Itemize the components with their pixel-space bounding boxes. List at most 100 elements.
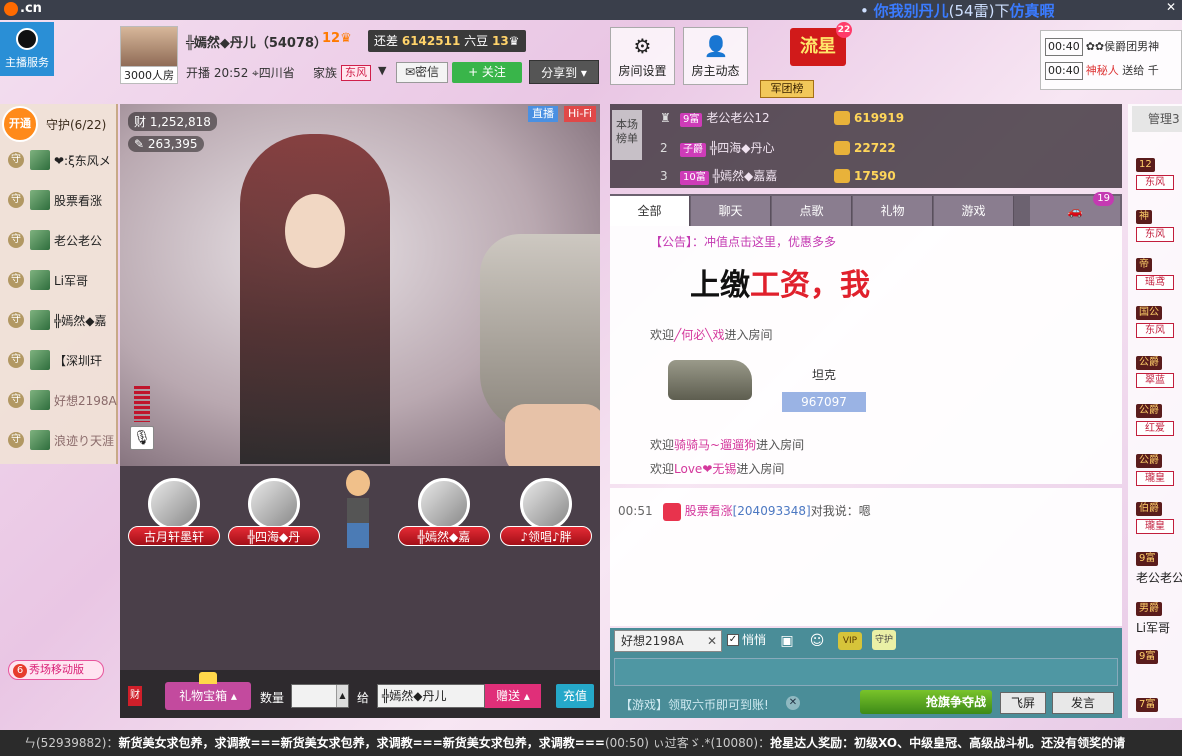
admin-item[interactable]: 公爵 瓏皇 xyxy=(1136,452,1182,498)
game-notice[interactable]: 【游戏】领取六币即可到账! xyxy=(620,696,769,713)
admin-title[interactable]: 管理3 xyxy=(1132,106,1182,132)
whisper-checkbox[interactable]: ✓ xyxy=(727,634,739,646)
user-icon: 👤 xyxy=(703,34,729,58)
private-message-button[interactable]: ✉密信 xyxy=(396,62,448,83)
avatar-figure[interactable] xyxy=(342,470,374,554)
mic-seat[interactable]: ♪领唱♪胖 xyxy=(500,478,592,556)
rank-row[interactable]: 2 子爵 ╬四海◆丹心 22722 xyxy=(660,136,950,160)
meteor-badge[interactable]: 流星 22 xyxy=(790,22,852,66)
vip-icon[interactable]: VIP xyxy=(838,632,862,650)
chevron-down-icon[interactable]: ▼ xyxy=(378,64,386,77)
guard-avatar xyxy=(30,190,50,210)
gift-box-button[interactable]: 礼物宝箱 ▴ xyxy=(165,672,251,710)
mic-seat[interactable]: ╬嫣然◆嘉 xyxy=(398,478,490,556)
tab-game[interactable]: 游戏 xyxy=(934,196,1014,226)
rank-star-icon xyxy=(662,502,681,521)
guard-item[interactable]: 守【深圳玕 xyxy=(8,340,118,380)
guard-title: 守护(6/22) xyxy=(46,118,107,132)
recharge-button[interactable]: 充值 xyxy=(556,684,594,708)
guard-shield-icon: 守 xyxy=(8,232,24,248)
whisper-label: 悄悄 xyxy=(742,633,767,647)
coin-icon xyxy=(834,111,850,125)
family-label: 家族 xyxy=(313,66,338,80)
tab-car[interactable]: 🚗 19 xyxy=(1030,192,1120,226)
admin-item[interactable]: 伯爵 瓏皇 xyxy=(1136,500,1182,546)
admin-item[interactable]: 12 东风 xyxy=(1136,156,1182,202)
gift-stat-icon: ✎ xyxy=(134,137,148,151)
mobile-version-link[interactable]: 6 秀场移动版 xyxy=(8,660,104,680)
admin-item[interactable]: 神东风 xyxy=(1136,208,1182,254)
army-rank-button[interactable]: 军团榜 xyxy=(760,80,814,98)
emoji-icon[interactable]: ☺ xyxy=(806,630,828,652)
rank-row[interactable]: 3 10富 ╬嫣然◆嘉嘉 17590 xyxy=(660,164,950,188)
flag-event-banner[interactable]: 抢旗争夺战 xyxy=(860,690,992,714)
anchor-service-button[interactable]: 主播服务 xyxy=(0,22,54,76)
chevron-up-icon[interactable]: ▲ xyxy=(336,685,348,707)
admin-item[interactable]: 9富 老公老公 xyxy=(1136,550,1182,596)
room-settings-button[interactable]: ⚙ 房间设置 xyxy=(610,27,675,85)
send-message-button[interactable]: 发言 xyxy=(1052,692,1114,714)
admin-item[interactable]: 公爵 翠蓝 xyxy=(1136,354,1182,400)
live-badge: 直播 xyxy=(528,106,558,122)
car-icon: 🚗 xyxy=(1067,204,1083,218)
volume-level-bar[interactable] xyxy=(134,386,150,422)
open-guard-button[interactable]: 开通 xyxy=(2,106,38,142)
close-icon[interactable]: ✕ xyxy=(786,696,800,710)
guard-shield-icon: 守 xyxy=(8,192,24,208)
hifi-badge[interactable]: Hi-Fi xyxy=(564,106,596,122)
guard-item[interactable]: 守好想2198A xyxy=(8,380,118,420)
recipient-select[interactable]: ╬嫣然◆丹儿 xyxy=(377,684,485,708)
gift-notice-row: 00:40 ✿✿侯爵团男神 xyxy=(1045,35,1177,59)
admin-item[interactable]: 9富 xyxy=(1136,648,1182,694)
follow-button[interactable]: + 关注 xyxy=(452,62,522,83)
mic-seat[interactable]: 古月轩墨轩 xyxy=(128,478,220,556)
guard-item[interactable]: 守老公老公 xyxy=(8,220,118,260)
guard-item[interactable]: 守股票看涨 xyxy=(8,180,118,220)
tab-chat[interactable]: 聊天 xyxy=(691,196,771,226)
anchor-name[interactable]: ╬嫣然◆丹儿（54078） xyxy=(186,32,327,51)
hand-effect xyxy=(505,404,600,466)
close-icon[interactable]: ✕ xyxy=(707,631,717,651)
guard-item[interactable]: 守 ❤:ξ东风メ xyxy=(8,140,118,180)
microphone-icon[interactable]: 🎙 xyxy=(130,426,154,450)
tab-song[interactable]: 点歌 xyxy=(772,196,852,226)
admin-item[interactable]: 国公 东风 xyxy=(1136,304,1182,350)
send-gift-button[interactable]: 赠送 ▴ xyxy=(485,684,541,708)
coin-icon[interactable]: 财 xyxy=(128,686,142,706)
tab-gift[interactable]: 礼物 xyxy=(853,196,933,226)
family-badge[interactable]: 东风 xyxy=(341,65,371,81)
chat-input[interactable] xyxy=(614,658,1118,686)
top-close-icon[interactable]: ✕ xyxy=(1160,0,1182,18)
chat-target-select[interactable]: 好想2198A ✕ xyxy=(614,630,722,652)
rank-tag[interactable]: 本场榜单 xyxy=(612,110,642,160)
streamer-face xyxy=(285,194,345,268)
guard-icon[interactable]: 守护 xyxy=(872,630,896,650)
mic-seat[interactable]: ╬四海◆丹 xyxy=(228,478,320,556)
seat-avatar xyxy=(520,478,572,530)
fly-screen-button[interactable]: 飞屏 xyxy=(1000,692,1046,714)
gear-icon: ⚙ xyxy=(633,34,652,58)
chevron-down-icon: ▾ xyxy=(580,66,587,80)
guard-item[interactable]: 守 ╬嫣然◆嘉 xyxy=(8,300,118,340)
tab-all[interactable]: 全部 xyxy=(610,196,690,226)
bottom-ticker: ㄣ(52939882)：新货美女求包养，求调教===新货美女求包养，求调教===… xyxy=(0,730,1182,756)
tank-icon xyxy=(668,360,752,400)
admin-item[interactable]: 公爵 红爱 xyxy=(1136,402,1182,448)
share-button[interactable]: 分享到 ▾ xyxy=(529,60,599,84)
owner-feed-button[interactable]: 👤 房主动态 xyxy=(683,27,748,85)
site-logo[interactable]: .cn xyxy=(4,1,42,16)
admin-item[interactable]: 帝瑶鸢 xyxy=(1136,256,1182,302)
gift-icon xyxy=(199,672,217,684)
chat-notice[interactable]: 【公告】：冲值点击这里，优惠多多 xyxy=(650,233,836,250)
live-video[interactable] xyxy=(120,104,600,466)
quantity-input[interactable]: ▲ xyxy=(291,684,349,708)
guard-avatar xyxy=(30,270,50,290)
guard-item[interactable]: 守浪迹り天涯 xyxy=(8,420,118,460)
top-marquee: • 你我别丹儿(54雷)下仿真暇 xyxy=(860,2,1055,20)
rank-row[interactable]: ♜ 9富 老公老公12 619919 xyxy=(660,106,950,130)
room-capacity: 3000人房 xyxy=(120,66,178,84)
image-icon[interactable]: ▣ xyxy=(776,630,798,652)
admin-item[interactable]: 男爵 Li军哥 xyxy=(1136,600,1182,646)
guard-shield-icon: 守 xyxy=(8,312,24,328)
guard-item[interactable]: 守 Li军哥 xyxy=(8,260,118,300)
